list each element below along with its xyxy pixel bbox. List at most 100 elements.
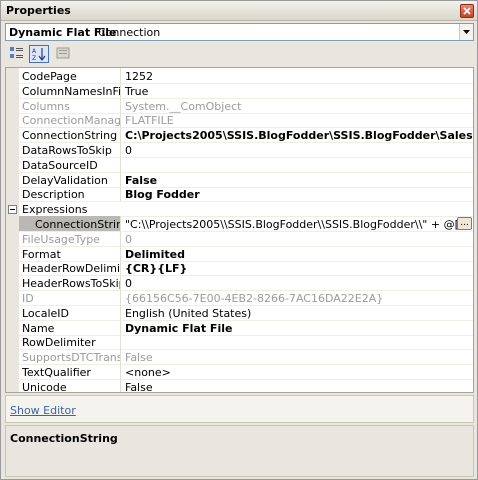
property-row[interactable]: DataRowsToSkip 0 bbox=[6, 142, 473, 158]
window-title: Properties bbox=[6, 4, 71, 17]
property-row[interactable]: Name Dynamic Flat File bbox=[6, 319, 473, 336]
property-name[interactable]: ConnectionString bbox=[19, 127, 121, 144]
property-value[interactable]: False bbox=[122, 379, 473, 392]
property-name[interactable]: ConnectionString bbox=[19, 216, 121, 232]
property-row[interactable]: ID {66156C56-7E00-4EB2-8266-7AC16DA22E2A} bbox=[6, 290, 473, 306]
property-value[interactable] bbox=[122, 157, 473, 173]
property-name[interactable]: Columns bbox=[19, 97, 121, 114]
property-row[interactable]: HeaderRowsToSkip 0 bbox=[6, 275, 473, 292]
property-pages-button[interactable] bbox=[53, 45, 73, 63]
property-value[interactable]: False bbox=[122, 172, 473, 188]
property-name[interactable]: DataSourceID bbox=[19, 156, 121, 173]
row-gutter bbox=[6, 171, 19, 188]
property-name[interactable]: Description bbox=[19, 186, 121, 203]
property-row[interactable]: FileUsageType 0 bbox=[6, 230, 473, 247]
title-bar[interactable]: Properties bbox=[1, 1, 477, 21]
property-row[interactable]: ConnectionManagerTypFLATFILE bbox=[6, 112, 473, 129]
svg-text:Z: Z bbox=[32, 55, 36, 61]
property-name[interactable]: HeaderRowsToSkip bbox=[19, 275, 121, 292]
property-value[interactable]: {CR}{LF} bbox=[122, 260, 473, 277]
property-name[interactable]: CodePage bbox=[19, 68, 121, 84]
property-name[interactable]: ConnectionManagerTyp bbox=[19, 112, 121, 129]
show-editor-link[interactable]: Show Editor bbox=[10, 404, 76, 417]
property-name[interactable]: DelayValidation bbox=[19, 171, 121, 188]
row-gutter bbox=[6, 260, 19, 277]
row-gutter bbox=[6, 142, 19, 158]
property-value[interactable]: Blog Fodder bbox=[122, 186, 473, 203]
property-row[interactable]: RowDelimiter bbox=[6, 334, 473, 351]
property-name[interactable]: Format bbox=[19, 245, 121, 262]
property-value[interactable]: 1252 bbox=[122, 68, 473, 84]
categorized-button[interactable] bbox=[7, 45, 27, 63]
property-name[interactable]: Expressions bbox=[19, 201, 473, 218]
row-gutter[interactable] bbox=[6, 201, 19, 218]
row-gutter bbox=[6, 275, 19, 292]
row-gutter bbox=[6, 319, 19, 336]
ellipsis-button[interactable]: ... bbox=[457, 217, 472, 230]
property-row[interactable]: HeaderRowDelimiter{CR}{LF} bbox=[6, 260, 473, 277]
property-row[interactable]: ConnectionString C:\Projects2005\SSIS.Blo… bbox=[6, 127, 473, 144]
row-gutter bbox=[6, 334, 19, 351]
collapse-icon[interactable] bbox=[8, 205, 17, 215]
property-row[interactable]: SupportsDTCTransactioFalse bbox=[6, 349, 473, 366]
property-value[interactable] bbox=[122, 334, 473, 351]
property-value[interactable]: True bbox=[122, 83, 473, 99]
row-gutter bbox=[6, 156, 19, 173]
description-pane: ConnectionString bbox=[5, 425, 474, 477]
commands-pane: Show Editor bbox=[5, 395, 474, 423]
row-gutter bbox=[6, 349, 19, 366]
property-value: False bbox=[122, 349, 473, 366]
property-value[interactable]: Delimited bbox=[122, 246, 473, 262]
property-value[interactable]: C:\Projects2005\SSIS.BlogFodder\SSIS.Blo… bbox=[122, 127, 473, 144]
property-row[interactable]: Description Blog Fodder bbox=[6, 186, 473, 203]
row-gutter bbox=[6, 97, 19, 114]
property-row[interactable]: TextQualifier <none> bbox=[6, 364, 473, 380]
property-row[interactable]: ConnectionString "C:\\Projects2005\\SSIS.… bbox=[6, 216, 473, 232]
object-selector[interactable]: Dynamic Flat File Connection bbox=[5, 23, 474, 41]
row-gutter bbox=[6, 378, 19, 392]
property-name[interactable]: RowDelimiter bbox=[19, 334, 121, 351]
property-row[interactable]: DelayValidation False bbox=[6, 171, 473, 188]
row-gutter bbox=[6, 216, 19, 232]
property-category[interactable]: Expressions bbox=[6, 201, 473, 218]
property-name[interactable]: HeaderRowDelimiter bbox=[19, 260, 121, 277]
alphabetical-button[interactable]: A Z bbox=[29, 45, 49, 63]
property-value[interactable]: English (United States) bbox=[122, 305, 473, 321]
property-grid[interactable]: CodePage1252ColumnNamesInFirstDatTrueCol… bbox=[5, 67, 474, 393]
property-row[interactable]: ColumnNamesInFirstDatTrue bbox=[6, 82, 473, 99]
property-value: System.__ComObject bbox=[122, 98, 473, 114]
row-gutter bbox=[6, 186, 19, 203]
object-type: Connection bbox=[98, 26, 161, 39]
property-name[interactable]: LocaleID bbox=[19, 304, 121, 321]
property-name[interactable]: FileUsageType bbox=[19, 230, 121, 247]
row-gutter bbox=[6, 230, 19, 247]
row-gutter bbox=[6, 304, 19, 321]
property-name[interactable]: Name bbox=[19, 319, 121, 336]
svg-text:A: A bbox=[32, 48, 37, 55]
row-gutter bbox=[6, 364, 19, 380]
property-value[interactable]: 0 bbox=[122, 275, 473, 292]
property-name[interactable]: SupportsDTCTransactio bbox=[19, 349, 121, 366]
property-name[interactable]: DataRowsToSkip bbox=[19, 142, 121, 158]
object-dropdown-button[interactable] bbox=[459, 24, 473, 40]
row-gutter bbox=[6, 290, 19, 306]
property-row[interactable]: CodePage 1252 bbox=[6, 68, 473, 84]
property-name[interactable]: Unicode bbox=[19, 378, 121, 392]
description-property-name: ConnectionString bbox=[10, 432, 118, 445]
property-name[interactable]: ID bbox=[19, 290, 121, 306]
property-name[interactable]: ColumnNamesInFirstDat bbox=[19, 82, 121, 99]
property-value[interactable]: Dynamic Flat File bbox=[122, 320, 473, 336]
close-button[interactable] bbox=[460, 4, 474, 18]
property-value[interactable]: 0 bbox=[122, 142, 473, 158]
properties-window: Properties Dynamic Flat File Connection … bbox=[0, 0, 478, 480]
property-name[interactable]: TextQualifier bbox=[19, 364, 121, 380]
property-row[interactable]: Unicode False bbox=[6, 378, 473, 392]
property-row[interactable]: Columns System.__ComObject bbox=[6, 97, 473, 114]
property-value[interactable]: "C:\\Projects2005\\SSIS.BlogFodder\\SSIS… bbox=[122, 216, 473, 232]
property-row[interactable]: DataSourceID bbox=[6, 156, 473, 173]
property-pages-icon bbox=[56, 47, 70, 59]
property-value[interactable]: <none> bbox=[122, 364, 473, 380]
alphabetical-icon: A Z bbox=[32, 48, 46, 61]
property-row[interactable]: Format Delimited bbox=[6, 245, 473, 262]
property-row[interactable]: LocaleID English (United States) bbox=[6, 304, 473, 321]
